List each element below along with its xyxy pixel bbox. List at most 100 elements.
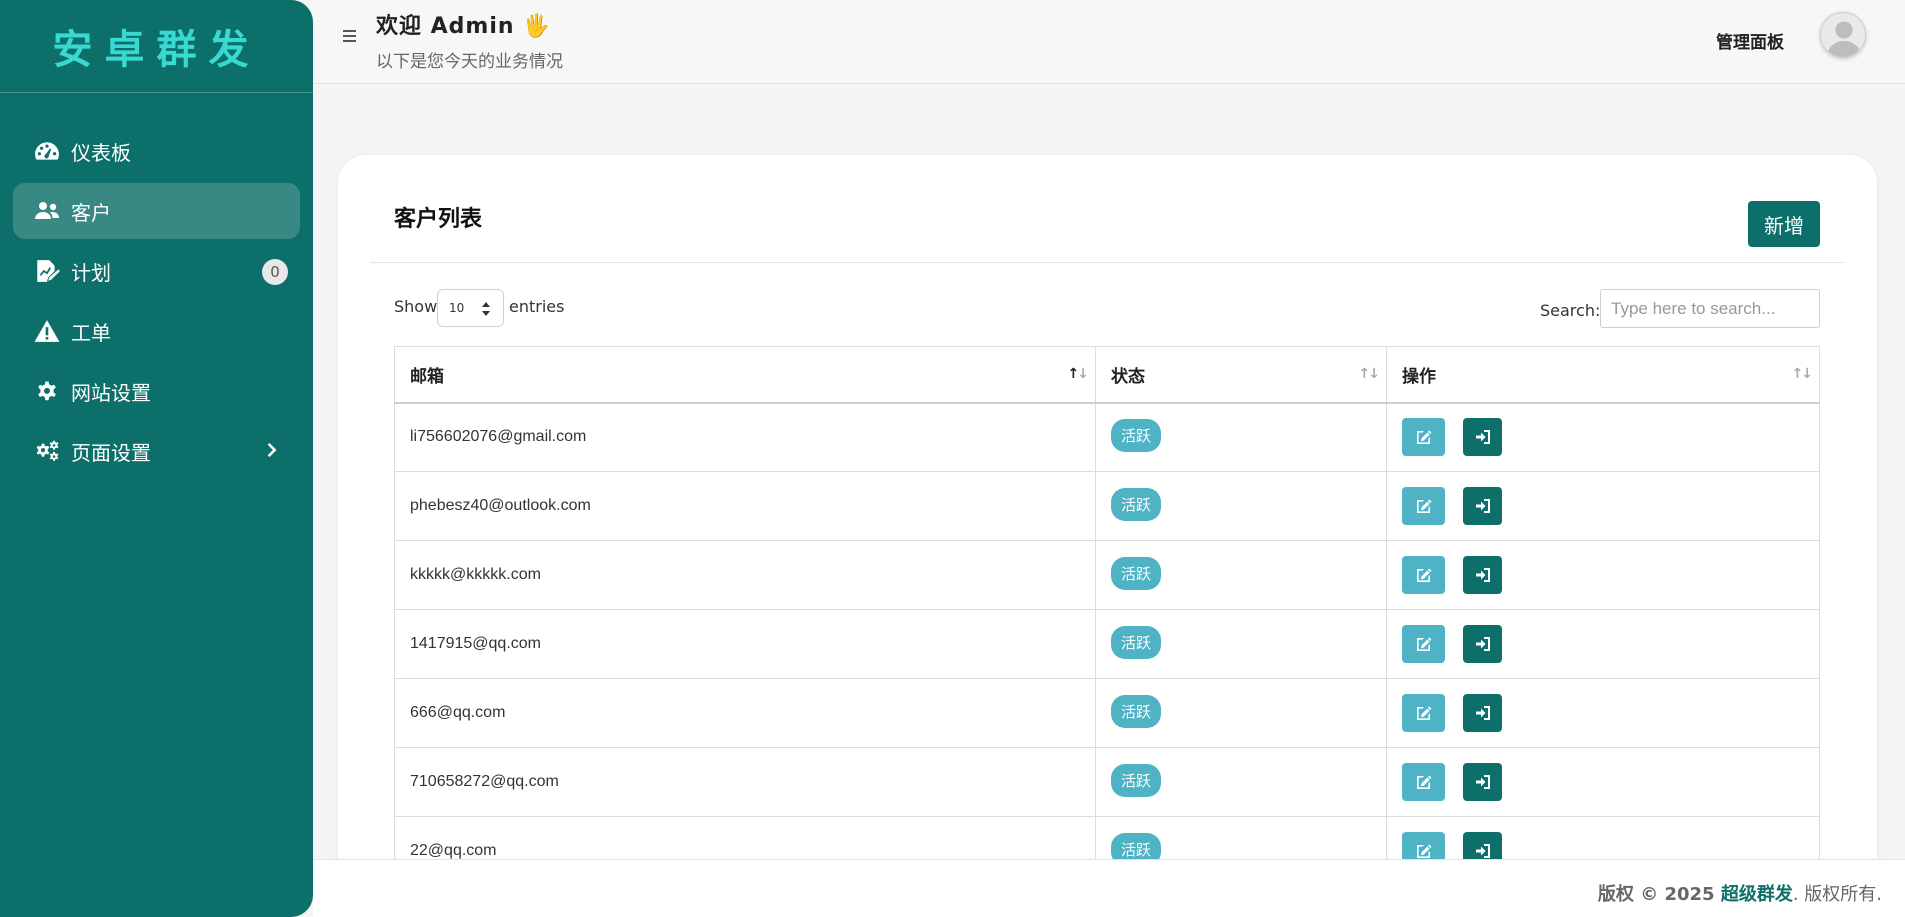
sort-icon: ↑↓ xyxy=(1067,366,1090,382)
edit-icon xyxy=(1416,499,1431,513)
wave-hand-icon: 🖐 xyxy=(522,14,551,39)
email-cell: 710658272@qq.com xyxy=(394,747,1096,817)
sign-in-icon xyxy=(1475,844,1490,858)
status-badge: 活跃 xyxy=(1111,763,1162,797)
user-avatar-icon xyxy=(1821,13,1865,57)
sidebar-item-label: 客户 xyxy=(71,200,111,225)
table-row: kkkkk@kkkkk.com 活跃 xyxy=(394,540,1820,610)
show-label: Show xyxy=(394,297,438,316)
edit-icon xyxy=(1416,637,1431,651)
customer-list-card: 客户列表 新增 Show 10 entries Search: 邮箱 ↑↓ 状态… xyxy=(338,155,1877,917)
sign-in-icon xyxy=(1475,637,1490,651)
sort-icon: ↑↓ xyxy=(1791,366,1814,382)
avatar[interactable] xyxy=(1820,12,1866,58)
actions-cell xyxy=(1386,609,1820,679)
page-footer: 版权 © 2025 超级群发. 版权所有. xyxy=(313,859,1905,917)
welcome-heading: 欢迎 Admin 🖐 xyxy=(376,8,551,40)
edit-button[interactable] xyxy=(1402,694,1445,732)
gears-icon xyxy=(33,439,61,463)
copyright-text: 版权 © 2025 超级群发. 版权所有. xyxy=(1598,880,1882,906)
plan-icon xyxy=(33,259,61,283)
gauge-icon xyxy=(33,139,61,163)
email-cell: 666@qq.com xyxy=(394,678,1096,748)
status-cell: 活跃 xyxy=(1095,540,1387,610)
actions-cell xyxy=(1386,747,1820,817)
sidebar-item-site-settings[interactable]: 网站设置 xyxy=(13,363,300,419)
status-badge: 活跃 xyxy=(1111,556,1162,590)
edit-icon xyxy=(1416,568,1431,582)
sidebar-nav: 仪表板 客户 计划 0 工单 网站设置 页面设置 xyxy=(0,93,313,479)
table-row: 666@qq.com 活跃 xyxy=(394,678,1820,748)
actions-cell xyxy=(1386,402,1820,472)
users-icon xyxy=(33,199,61,223)
sidebar-item-label: 工单 xyxy=(71,320,111,345)
edit-button[interactable] xyxy=(1402,556,1445,594)
column-header-actions[interactable]: 操作 ↑↓ xyxy=(1386,346,1820,404)
edit-button[interactable] xyxy=(1402,763,1445,801)
table-row: phebesz40@outlook.com 活跃 xyxy=(394,471,1820,541)
column-label: 状态 xyxy=(1111,366,1145,387)
sign-in-icon xyxy=(1475,706,1490,720)
copyright-suffix: . 版权所有. xyxy=(1792,884,1882,905)
edit-icon xyxy=(1416,706,1431,720)
sign-in-icon xyxy=(1475,568,1490,582)
login-as-button[interactable] xyxy=(1463,763,1503,801)
footer-brand-link[interactable]: 超级群发 xyxy=(1721,884,1793,905)
customer-table: 邮箱 ↑↓ 状态 ↑↓ 操作 ↑↓ li756602076@gmail.com … xyxy=(394,346,1820,886)
sidebar-item-tickets[interactable]: 工单 xyxy=(13,303,300,359)
welcome-text: 欢迎 Admin xyxy=(376,14,515,39)
add-customer-button[interactable]: 新增 xyxy=(1748,201,1820,247)
menu-toggle-icon[interactable] xyxy=(341,27,361,45)
login-as-button[interactable] xyxy=(1463,418,1503,457)
edit-button[interactable] xyxy=(1402,487,1445,525)
edit-button[interactable] xyxy=(1402,418,1445,457)
search-label: Search: xyxy=(1540,301,1601,320)
sidebar-item-label: 页面设置 xyxy=(71,440,151,465)
status-cell: 活跃 xyxy=(1095,609,1387,679)
gear-icon xyxy=(33,379,61,403)
login-as-button[interactable] xyxy=(1463,487,1503,525)
column-label: 操作 xyxy=(1402,366,1436,387)
column-header-email[interactable]: 邮箱 ↑↓ xyxy=(394,346,1096,404)
status-badge: 活跃 xyxy=(1111,487,1162,521)
select-arrows-icon xyxy=(482,302,490,316)
status-badge: 活跃 xyxy=(1111,694,1162,728)
table-row: 1417915@qq.com 活跃 xyxy=(394,609,1820,679)
sort-icon: ↑↓ xyxy=(1358,366,1381,382)
sidebar-item-label: 网站设置 xyxy=(71,380,151,405)
edit-button[interactable] xyxy=(1402,625,1445,663)
login-as-button[interactable] xyxy=(1463,694,1503,732)
actions-cell xyxy=(1386,471,1820,541)
edit-icon xyxy=(1416,844,1431,858)
entries-per-page-select[interactable]: 10 xyxy=(437,289,504,327)
sidebar-item-label: 仪表板 xyxy=(71,140,131,165)
sidebar-item-page-settings[interactable]: 页面设置 xyxy=(13,423,300,479)
status-cell: 活跃 xyxy=(1095,678,1387,748)
status-cell: 活跃 xyxy=(1095,402,1387,472)
email-cell: kkkkk@kkkkk.com xyxy=(394,540,1096,610)
sidebar-item-label: 计划 xyxy=(71,260,111,285)
warning-icon xyxy=(33,319,61,343)
status-badge: 活跃 xyxy=(1111,625,1162,659)
chevron-right-icon xyxy=(266,440,280,460)
search-input[interactable] xyxy=(1600,289,1820,328)
edit-icon xyxy=(1416,775,1431,789)
admin-panel-link[interactable]: 管理面板 xyxy=(1716,28,1784,53)
top-header: 欢迎 Admin 🖐 以下是您今天的业务情况 管理面板 xyxy=(313,0,1905,84)
table-header-row: 邮箱 ↑↓ 状态 ↑↓ 操作 ↑↓ xyxy=(394,346,1820,404)
status-badge: 活跃 xyxy=(1111,418,1162,452)
card-divider xyxy=(370,262,1845,263)
edit-icon xyxy=(1416,430,1431,445)
sidebar-item-dashboard[interactable]: 仪表板 xyxy=(13,123,300,179)
login-as-button[interactable] xyxy=(1463,556,1503,594)
email-cell: phebesz40@outlook.com xyxy=(394,471,1096,541)
brand-logo[interactable]: 安卓群发 xyxy=(0,0,313,93)
email-cell: li756602076@gmail.com xyxy=(394,402,1096,472)
plan-count-badge: 0 xyxy=(262,259,288,285)
status-cell: 活跃 xyxy=(1095,747,1387,817)
sidebar-item-plan[interactable]: 计划 0 xyxy=(13,243,300,299)
table-row: 710658272@qq.com 活跃 xyxy=(394,747,1820,817)
login-as-button[interactable] xyxy=(1463,625,1503,663)
sidebar-item-customers[interactable]: 客户 xyxy=(13,183,300,239)
column-header-status[interactable]: 状态 ↑↓ xyxy=(1095,346,1387,404)
